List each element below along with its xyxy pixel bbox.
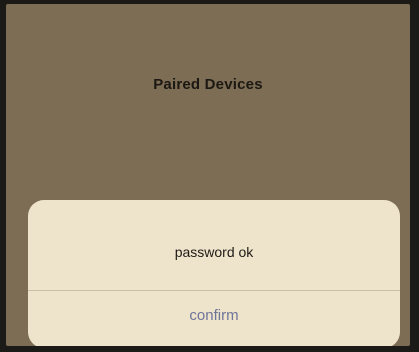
alert-dialog: password ok confirm <box>28 200 400 346</box>
paired-devices-screen: Paired Devices password ok confirm <box>6 4 410 346</box>
confirm-button[interactable]: confirm <box>28 291 400 339</box>
alert-message: password ok <box>174 244 254 260</box>
page-title: Paired Devices <box>153 76 263 93</box>
